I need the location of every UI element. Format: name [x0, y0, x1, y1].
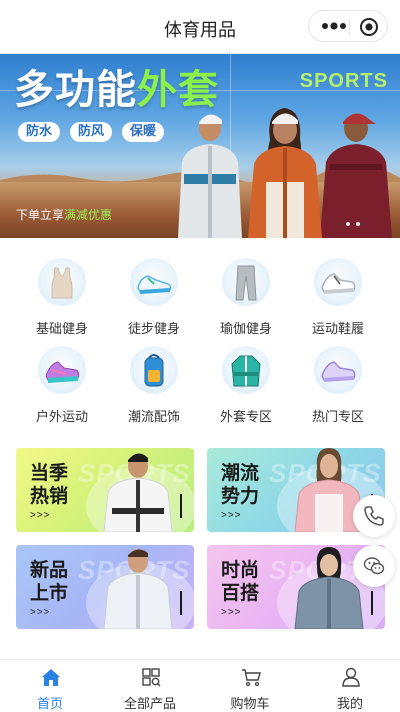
- model-image: [103, 549, 173, 629]
- phone-icon: [364, 506, 384, 526]
- card-title: 当季热销: [30, 462, 69, 507]
- yoga-pants-icon: [222, 258, 270, 306]
- category-label: 户外运动: [35, 410, 88, 425]
- tab-profile[interactable]: 我的: [300, 660, 400, 712]
- category-item[interactable]: 徒步健身: [108, 250, 200, 337]
- category-label: 徒步健身: [127, 322, 180, 337]
- category-item[interactable]: 潮流配饰: [108, 338, 200, 425]
- sneaker-icon: [314, 258, 362, 306]
- card-bar: [371, 591, 373, 615]
- category-item[interactable]: 户外运动: [16, 338, 108, 425]
- banner-models-image: [178, 108, 392, 238]
- chat-button[interactable]: [353, 545, 395, 587]
- sports-wordmark: SPORTS: [299, 70, 388, 92]
- category-item[interactable]: 基础健身: [16, 250, 108, 337]
- backpack-icon: [130, 346, 178, 394]
- model-image: [103, 453, 173, 532]
- category-item[interactable]: 运动鞋履: [292, 250, 384, 337]
- pill-windproof: 防风: [70, 122, 113, 142]
- more-dots-icon[interactable]: [321, 20, 347, 32]
- tank-top-icon: [38, 258, 86, 306]
- pill-warm: 保暖: [122, 122, 165, 142]
- card-arrows: >>>: [221, 510, 242, 521]
- card-arrows: >>>: [30, 607, 51, 618]
- banner-promo-text: 下单立享满减优惠: [16, 206, 112, 223]
- hiking-shoe-icon: [130, 258, 178, 306]
- headline-white: 多功能: [14, 67, 137, 113]
- card-arrows: >>>: [221, 607, 242, 618]
- running-shoe-icon: [38, 346, 86, 394]
- category-grid: 基础健身 徒步健身 瑜伽健身 运动鞋履 户外运动 潮流配饰 外套专区 热门专区: [0, 250, 400, 430]
- category-item[interactable]: 外套专区: [200, 338, 292, 425]
- pill-waterproof: 防水: [18, 122, 61, 142]
- jacket-icon: [222, 346, 270, 394]
- tab-home[interactable]: 首页: [0, 660, 100, 712]
- card-bar: [180, 494, 182, 518]
- nav-header: 体育用品: [0, 0, 400, 54]
- purple-shoe-icon: [314, 346, 362, 394]
- category-label: 热门专区: [311, 410, 364, 425]
- mini-program-capsule: [308, 10, 388, 42]
- category-label: 运动鞋履: [311, 322, 364, 337]
- bottom-tab-bar: 首页 全部产品 购物车 我的: [0, 659, 400, 712]
- feature-pills: 防水 防风 保暖: [18, 122, 174, 144]
- category-label: 基础健身: [35, 322, 88, 337]
- promo-card-new-arrivals[interactable]: SPORTS 新品上市 >>>: [16, 545, 194, 629]
- hero-banner[interactable]: 多功能外套 SPORTS 防水 防风 保暖 下单立享满减优惠: [0, 54, 400, 238]
- category-label: 潮流配饰: [127, 410, 180, 425]
- card-title: 潮流势力: [221, 462, 260, 507]
- capsule-divider: [349, 19, 350, 35]
- promo-highlight: 满减优惠: [64, 208, 113, 222]
- indicator-dot[interactable]: [356, 222, 360, 226]
- card-bar: [180, 591, 182, 615]
- carousel-indicator[interactable]: [346, 222, 362, 226]
- cart-icon: [242, 669, 261, 687]
- tab-label: 我的: [336, 697, 363, 712]
- promo-card-hot-season[interactable]: SPORTS 当季热销 >>>: [16, 448, 194, 532]
- tab-all-products[interactable]: 全部产品: [100, 660, 200, 712]
- tab-label: 购物车: [230, 697, 270, 712]
- category-item[interactable]: 瑜伽健身: [200, 250, 292, 337]
- category-item[interactable]: 热门专区: [292, 338, 384, 425]
- card-title: 新品上市: [30, 559, 69, 604]
- target-close-icon[interactable]: [359, 17, 379, 37]
- category-label: 瑜伽健身: [219, 322, 272, 337]
- card-title: 时尚百搭: [221, 559, 260, 604]
- card-arrows: >>>: [30, 510, 51, 521]
- user-icon: [342, 667, 360, 687]
- grid-icon: [142, 668, 161, 687]
- wechat-chat-icon: [363, 557, 385, 575]
- promo-prefix: 下单立享: [16, 208, 65, 222]
- tab-cart[interactable]: 购物车: [200, 660, 300, 712]
- category-label: 外套专区: [219, 410, 272, 425]
- phone-button[interactable]: [353, 495, 395, 537]
- tab-label: 首页: [36, 697, 63, 712]
- tab-label: 全部产品: [123, 697, 176, 712]
- indicator-dot[interactable]: [346, 222, 350, 226]
- home-icon: [42, 669, 60, 686]
